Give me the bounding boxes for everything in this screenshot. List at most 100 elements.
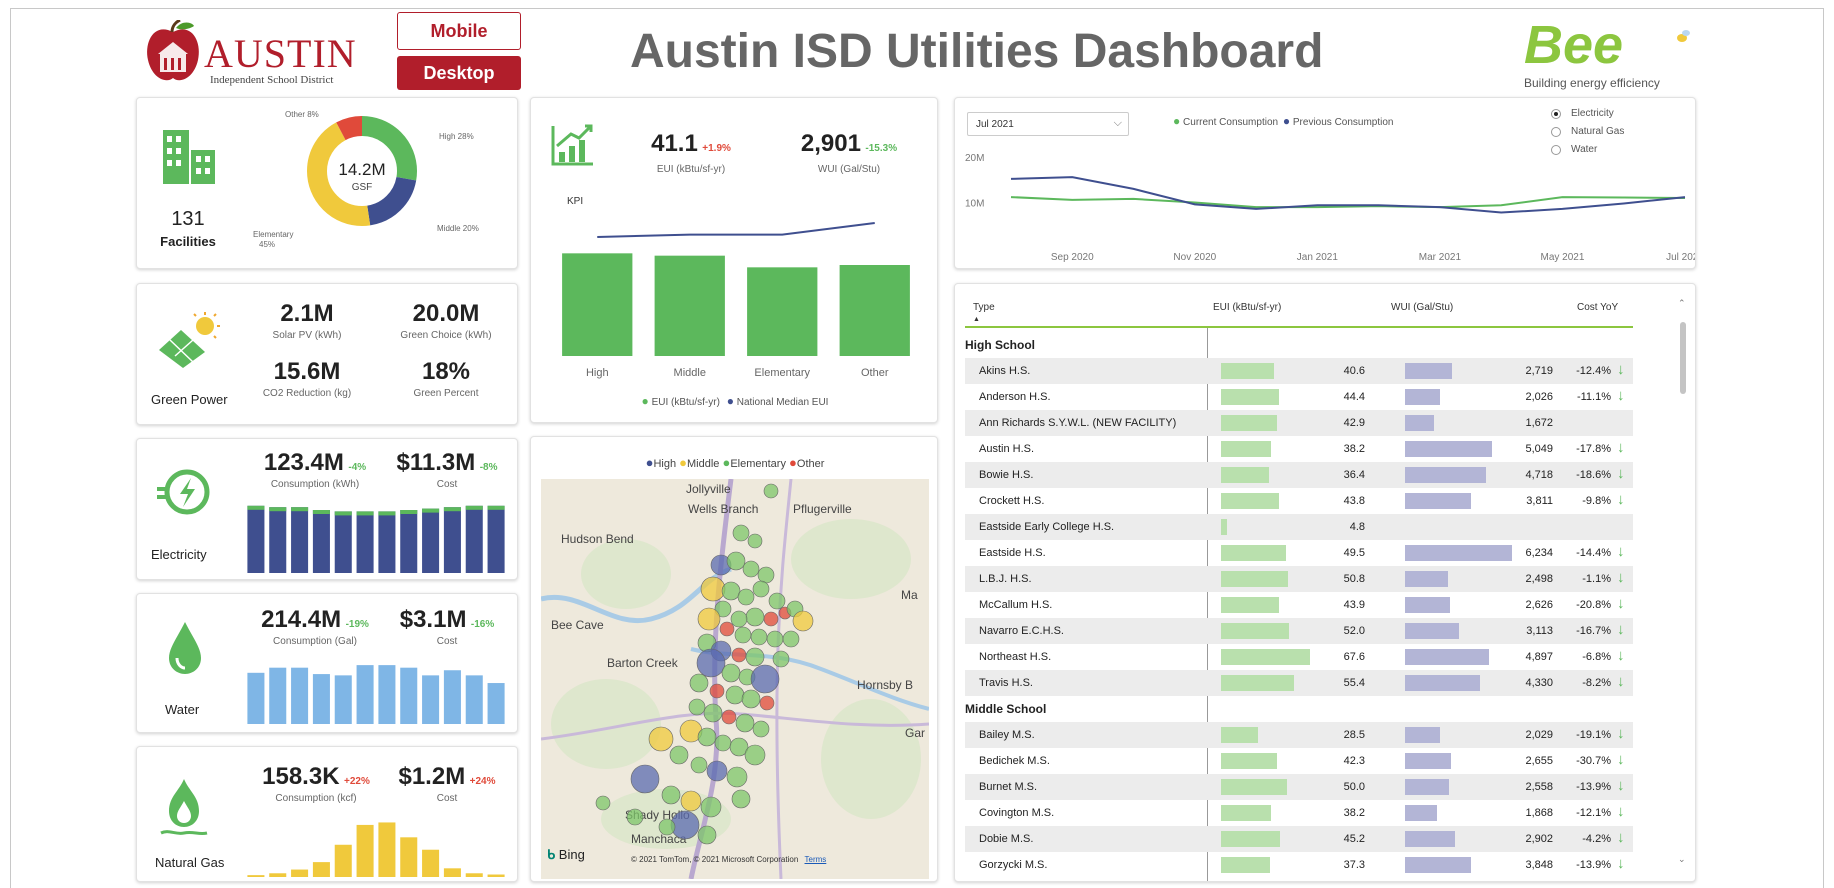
map-school-marker[interactable] — [763, 483, 779, 499]
map-school-marker[interactable] — [745, 647, 765, 667]
water-bars-bar-6[interactable] — [378, 665, 396, 724]
map-school-marker[interactable] — [709, 683, 725, 699]
map-school-marker[interactable] — [735, 713, 755, 733]
kpi-bar-elementary[interactable] — [747, 267, 818, 356]
map-school-marker[interactable] — [689, 673, 709, 693]
elec-bars-bar-10[interactable] — [465, 505, 483, 573]
table-row[interactable]: Eastside H.S. 49.5 6,234 -14.4% ↓ — [965, 540, 1633, 566]
map-school-marker[interactable] — [658, 818, 676, 836]
map-school-marker[interactable] — [750, 664, 780, 694]
map-school-marker[interactable] — [721, 663, 741, 683]
table-row[interactable]: Bailey M.S. 28.5 2,029 -19.1% ↓ — [965, 722, 1633, 748]
kpi-bar-high[interactable] — [562, 253, 633, 356]
mobile-button[interactable]: Mobile — [397, 12, 521, 50]
map-school-marker[interactable] — [732, 524, 750, 542]
map-school-marker[interactable] — [752, 580, 770, 598]
table-scrollbar[interactable]: ⌃ ⌄ — [1677, 298, 1689, 872]
gas-bars-bar-0[interactable] — [247, 875, 265, 877]
map-school-marker[interactable] — [670, 810, 700, 840]
elec-bars-bar-8[interactable] — [422, 508, 440, 573]
scrollbar-thumb[interactable] — [1680, 322, 1686, 394]
table-row[interactable]: L.B.J. H.S. 50.8 2,498 -1.1% ↓ — [965, 566, 1633, 592]
water-bars-bar-9[interactable] — [443, 670, 461, 724]
table-row[interactable]: Austin H.S. 38.2 5,049 -17.8% ↓ — [965, 436, 1633, 462]
header-wui[interactable]: WUI (Gal/Stu) — [1391, 302, 1453, 313]
elec-bars-bar-7[interactable] — [400, 510, 418, 573]
table-row[interactable]: Ann Richards S.Y.W.L. (NEW FACILITY) 42.9… — [965, 410, 1633, 436]
map-school-marker[interactable] — [726, 766, 748, 788]
map-school-marker[interactable] — [630, 764, 660, 794]
water-bars-bar-2[interactable] — [291, 667, 309, 724]
water-bars-bar-5[interactable] — [356, 665, 374, 724]
elec-bars-bar-4[interactable] — [334, 511, 352, 573]
map-school-marker[interactable] — [757, 566, 775, 584]
map-school-marker[interactable] — [595, 795, 611, 811]
map-view[interactable]: Jollyville Wells Branch Pflugerville Hudson… — [541, 479, 929, 879]
table-row[interactable]: McCallum H.S. 43.9 2,626 -20.8% ↓ — [965, 592, 1633, 618]
table-row[interactable]: Burnet M.S. 50.0 2,558 -13.9% ↓ — [965, 774, 1633, 800]
water-bars-bar-7[interactable] — [400, 667, 418, 724]
terms-link[interactable]: Terms — [805, 855, 827, 864]
water-bars-bar-11[interactable] — [487, 683, 505, 724]
water-bars-bar-3[interactable] — [312, 674, 330, 724]
radio-electricity[interactable] — [1551, 109, 1561, 119]
map-school-marker[interactable] — [680, 790, 702, 812]
table-row[interactable]: Bedichek M.S. 42.3 2,655 -30.7% ↓ — [965, 748, 1633, 774]
elec-bars-bar-6[interactable] — [378, 511, 396, 573]
map-school-marker[interactable] — [648, 726, 674, 752]
gas-bars-bar-7[interactable] — [400, 837, 418, 877]
map-school-marker[interactable] — [721, 709, 737, 725]
scroll-down-icon[interactable]: ⌄ — [1678, 854, 1686, 865]
map-school-marker[interactable] — [700, 576, 726, 602]
kpi-bar-other[interactable] — [839, 265, 910, 356]
map-school-marker[interactable] — [734, 626, 752, 644]
elec-bars-bar-9[interactable] — [443, 507, 461, 573]
map-school-marker[interactable] — [700, 796, 722, 818]
map-school-marker[interactable] — [706, 760, 728, 782]
gas-bars-bar-11[interactable] — [487, 874, 505, 877]
gas-bars-bar-2[interactable] — [291, 869, 309, 877]
map-school-marker[interactable] — [626, 808, 644, 826]
map-school-marker[interactable] — [782, 630, 800, 648]
map-school-marker[interactable] — [792, 610, 814, 632]
water-bars-bar-4[interactable] — [334, 675, 352, 724]
gas-bars-bar-9[interactable] — [443, 868, 461, 877]
table-row[interactable]: Bowie H.S. 36.4 4,718 -18.6% ↓ — [965, 462, 1633, 488]
map-school-marker[interactable] — [737, 588, 755, 606]
table-row[interactable]: Northeast H.S. 67.6 4,897 -6.8% ↓ — [965, 644, 1633, 670]
elec-bars-bar-5[interactable] — [356, 511, 374, 573]
elec-bars-bar-1[interactable] — [269, 507, 287, 573]
table-row[interactable]: Dobie M.S. 45.2 2,902 -4.2% ↓ — [965, 826, 1633, 852]
map-school-marker[interactable] — [690, 756, 708, 774]
map-school-marker[interactable] — [726, 551, 746, 571]
table-row[interactable]: Anderson H.S. 44.4 2,026 -11.1% ↓ — [965, 384, 1633, 410]
table-group-header[interactable]: Middle School — [965, 702, 1046, 716]
gas-bars-bar-3[interactable] — [312, 862, 330, 877]
map-school-marker[interactable] — [750, 628, 768, 646]
table-row[interactable]: Crockett H.S. 43.8 3,811 -9.8% ↓ — [965, 488, 1633, 514]
water-bars-bar-10[interactable] — [465, 675, 483, 724]
water-bars-bar-8[interactable] — [422, 675, 440, 724]
table-row[interactable]: Covington M.S. 38.2 1,868 -12.1% ↓ — [965, 800, 1633, 826]
map-school-marker[interactable] — [768, 592, 786, 610]
header-cost[interactable]: Cost YoY — [1577, 302, 1618, 313]
map-school-marker[interactable] — [766, 630, 784, 648]
gas-bars-bar-4[interactable] — [334, 844, 352, 877]
map-school-marker[interactable] — [703, 703, 723, 723]
gas-bars-bar-1[interactable] — [269, 873, 287, 877]
map-school-marker[interactable] — [661, 785, 681, 805]
map-school-marker[interactable] — [714, 734, 732, 752]
table-group-header[interactable]: High School — [965, 338, 1035, 352]
map-school-marker[interactable] — [697, 727, 717, 747]
header-type[interactable]: Type — [973, 302, 995, 313]
gas-bars-bar-10[interactable] — [465, 873, 483, 877]
map-school-marker[interactable] — [763, 611, 779, 627]
elec-bars-bar-3[interactable] — [312, 510, 330, 573]
gas-bars-bar-5[interactable] — [356, 824, 374, 877]
map-school-marker[interactable] — [741, 689, 761, 709]
map-school-marker[interactable] — [745, 607, 765, 627]
table-row[interactable]: Travis H.S. 55.4 4,330 -8.2% ↓ — [965, 670, 1633, 696]
map-school-marker[interactable] — [731, 647, 747, 663]
kpi-bar-middle[interactable] — [654, 255, 725, 356]
map-school-marker[interactable] — [772, 650, 790, 668]
